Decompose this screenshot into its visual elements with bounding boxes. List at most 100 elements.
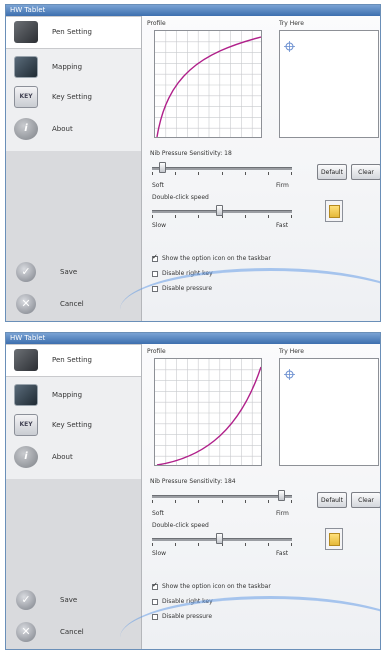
nib-sensitivity-label: Nib Pressure Sensitivity: 18 bbox=[150, 150, 232, 157]
slider-tick bbox=[244, 500, 246, 503]
cancel-label: Cancel bbox=[60, 300, 84, 308]
show-taskbar-icon-checkbox[interactable]: Show the option icon on the taskbar bbox=[152, 253, 271, 263]
slider-thumb[interactable] bbox=[158, 162, 166, 173]
show-taskbar-icon-checkbox[interactable]: Show the option icon on the taskbar bbox=[152, 581, 271, 591]
window-title: HW Tablet bbox=[6, 333, 380, 344]
slider-tick bbox=[267, 543, 269, 546]
slider-tick bbox=[152, 172, 153, 175]
checkbox[interactable] bbox=[152, 270, 158, 277]
sidebar-item-pen-setting[interactable]: Pen Setting bbox=[6, 344, 141, 377]
checkbox-label: Show the option icon on the taskbar bbox=[162, 255, 271, 262]
folder-icon bbox=[329, 205, 340, 218]
slider-tick bbox=[267, 172, 269, 175]
slider-thumb[interactable] bbox=[278, 490, 286, 501]
soft-label: Soft bbox=[152, 510, 164, 517]
checkbox-label: Show the option icon on the taskbar bbox=[162, 583, 271, 590]
save-label: Save bbox=[60, 596, 78, 604]
default-button[interactable]: Default bbox=[317, 492, 347, 508]
clear-button[interactable]: Clear bbox=[351, 164, 380, 180]
sidebar-item-key-setting[interactable]: KEY Key Setting bbox=[6, 82, 141, 113]
slider-tick bbox=[221, 172, 223, 175]
slider-thumb[interactable] bbox=[215, 533, 223, 544]
window-title: HW Tablet bbox=[6, 5, 380, 16]
slider-tick bbox=[291, 172, 292, 175]
slider-tick bbox=[267, 215, 269, 218]
slider-tick bbox=[175, 172, 177, 175]
checkbox[interactable] bbox=[152, 581, 158, 590]
slider-tick bbox=[198, 500, 200, 503]
curve-grid bbox=[155, 31, 261, 137]
mapping-icon bbox=[14, 384, 38, 406]
slider-thumb[interactable] bbox=[215, 205, 223, 216]
firm-label: Firm bbox=[276, 182, 289, 189]
default-button[interactable]: Default bbox=[317, 164, 347, 180]
try-here-label: Try Here bbox=[279, 348, 304, 355]
fast-label: Fast bbox=[276, 222, 289, 229]
sidebar-item-mapping[interactable]: Mapping bbox=[6, 380, 141, 411]
sidebar-item-about[interactable]: i About bbox=[6, 114, 141, 145]
double-click-speed-slider[interactable] bbox=[152, 533, 292, 547]
info-icon: i bbox=[14, 446, 38, 468]
sidebar-item-key-setting[interactable]: KEY Key Setting bbox=[6, 410, 141, 441]
slider-tick bbox=[198, 215, 200, 218]
sidebar-item-about[interactable]: i About bbox=[6, 442, 141, 473]
curve-grid bbox=[155, 359, 261, 465]
close-icon: ✕ bbox=[16, 294, 36, 314]
slow-label: Slow bbox=[152, 550, 167, 557]
profile-label: Profile bbox=[147, 20, 166, 27]
try-here-area[interactable] bbox=[279, 30, 379, 138]
sidebar-item-label: About bbox=[52, 453, 73, 461]
try-here-label: Try Here bbox=[279, 20, 304, 27]
double-click-test-button[interactable] bbox=[325, 200, 343, 222]
nib-pressure-slider[interactable] bbox=[152, 162, 292, 176]
pressure-curve-graph[interactable] bbox=[154, 358, 262, 466]
soft-label: Soft bbox=[152, 182, 164, 189]
info-icon: i bbox=[14, 118, 38, 140]
nib-pressure-slider[interactable] bbox=[152, 490, 292, 504]
sidebar-item-label: Key Setting bbox=[52, 421, 92, 429]
pen-setting-panel: Profile Try Here Nib Pressure Sensitivit… bbox=[120, 16, 380, 321]
tablet-settings-window: HW Tablet Pen Setting Mapping KEY Key Se… bbox=[5, 332, 381, 650]
slider-tick bbox=[198, 543, 200, 546]
pressure-curve-graph[interactable] bbox=[154, 30, 262, 138]
double-click-speed-slider[interactable] bbox=[152, 205, 292, 219]
cancel-label: Cancel bbox=[60, 628, 84, 636]
slider-tick bbox=[221, 500, 223, 503]
save-button[interactable]: ✓ Save bbox=[6, 588, 141, 614]
checkmark-icon: ✓ bbox=[16, 262, 36, 282]
checkbox[interactable] bbox=[152, 598, 158, 605]
save-button[interactable]: ✓ Save bbox=[6, 260, 141, 286]
profile-label: Profile bbox=[147, 348, 166, 355]
save-label: Save bbox=[60, 268, 78, 276]
clear-button[interactable]: Clear bbox=[351, 492, 380, 508]
sidebar-item-mapping[interactable]: Mapping bbox=[6, 52, 141, 83]
double-click-speed-label: Double-click speed bbox=[152, 194, 209, 201]
sidebar-item-label: Key Setting bbox=[52, 93, 92, 101]
pen-tablet-icon bbox=[14, 349, 38, 371]
firm-label: Firm bbox=[276, 510, 289, 517]
slider-tick bbox=[198, 172, 200, 175]
slider-tick bbox=[175, 543, 177, 546]
slider-tick bbox=[267, 500, 269, 503]
folder-icon bbox=[329, 533, 340, 546]
slider-tick bbox=[152, 500, 153, 503]
checkbox[interactable] bbox=[152, 253, 158, 262]
sidebar: Pen Setting Mapping KEY Key Setting i Ab… bbox=[6, 16, 142, 321]
crosshair-icon bbox=[284, 369, 295, 380]
slider-tick bbox=[291, 500, 292, 503]
slider-tick bbox=[291, 215, 292, 218]
slider-tick bbox=[152, 543, 153, 546]
try-here-area[interactable] bbox=[279, 358, 379, 466]
double-click-speed-label: Double-click speed bbox=[152, 522, 209, 529]
slider-tick bbox=[244, 172, 246, 175]
slider-tick bbox=[291, 543, 292, 546]
sidebar: Pen Setting Mapping KEY Key Setting i Ab… bbox=[6, 344, 142, 649]
tablet-settings-window: HW Tablet Pen Setting Mapping KEY Key Se… bbox=[5, 4, 381, 322]
double-click-test-button[interactable] bbox=[325, 528, 343, 550]
slider-tick bbox=[175, 500, 177, 503]
sidebar-item-pen-setting[interactable]: Pen Setting bbox=[6, 16, 141, 49]
slider-tick bbox=[152, 215, 153, 218]
sidebar-item-label: About bbox=[52, 125, 73, 133]
slider-tick bbox=[175, 215, 177, 218]
nib-sensitivity-label: Nib Pressure Sensitivity: 184 bbox=[150, 478, 236, 485]
